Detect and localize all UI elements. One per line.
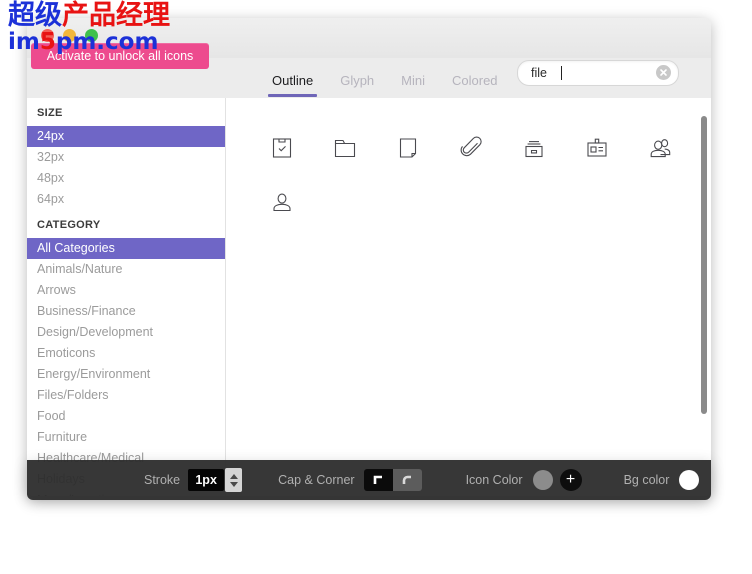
id-badge-icon[interactable] (565, 120, 628, 175)
stroke-stepper[interactable] (225, 468, 243, 492)
category-heading: CATEGORY (37, 219, 101, 231)
search-box[interactable] (517, 60, 679, 86)
style-tabs: Outline Glyph Mini Colored (267, 73, 498, 97)
clipboard-check-icon[interactable] (250, 120, 313, 175)
cap-corner-label: Cap & Corner (278, 473, 355, 487)
icon-results-panel (226, 98, 711, 496)
tab-mini[interactable]: Mini (401, 73, 425, 97)
app-root: Outline Glyph Mini Colored SIZE 24px 32p… (0, 0, 752, 574)
sidebar-item-food[interactable]: Food (27, 406, 225, 427)
rounded-corner-icon[interactable] (392, 469, 422, 491)
folder-icon[interactable] (313, 120, 376, 175)
activate-button[interactable]: Activate to unlock all icons (31, 43, 209, 69)
sidebar-item-energy-environment[interactable]: Energy/Environment (27, 364, 225, 385)
sidebar-item-size-64[interactable]: 64px (27, 189, 225, 210)
bg-color-swatch[interactable] (679, 470, 700, 490)
sidebar-item-size-48[interactable]: 48px (27, 168, 225, 189)
tab-colored[interactable]: Colored (452, 73, 498, 97)
icon-panel-scrollbar[interactable] (700, 102, 708, 492)
stroke-decrement-icon[interactable] (229, 481, 238, 487)
sidebar: SIZE 24px 32px 48px 64px CATEGORY All Ca… (27, 98, 226, 496)
sidebar-item-design-development[interactable]: Design/Development (27, 322, 225, 343)
icon-grid (226, 98, 711, 230)
search-input[interactable] (529, 65, 645, 81)
window-content: SIZE 24px 32px 48px 64px CATEGORY All Ca… (27, 98, 711, 496)
cap-corner-group (363, 469, 422, 491)
sidebar-item-furniture[interactable]: Furniture (27, 427, 225, 448)
bottom-toolbar: Stroke 1px Cap & Corner Icon Color + Bg … (27, 460, 711, 500)
file-cabinet-icon[interactable] (502, 120, 565, 175)
add-color-button[interactable]: + (559, 469, 582, 491)
user-profile-icon[interactable] (250, 175, 313, 230)
sidebar-item-all-categories[interactable]: All Categories (27, 238, 225, 259)
file-document-icon[interactable] (376, 120, 439, 175)
sidebar-item-business-finance[interactable]: Business/Finance (27, 301, 225, 322)
sidebar-item-size-24[interactable]: 24px (27, 126, 225, 147)
icon-color-label: Icon Color (465, 473, 523, 487)
users-group-icon[interactable] (628, 120, 691, 175)
stroke-label: Stroke (144, 473, 181, 487)
size-heading: SIZE (37, 107, 63, 119)
close-circle-icon[interactable] (656, 65, 671, 80)
paperclip-icon[interactable] (439, 120, 502, 175)
sidebar-item-emoticons[interactable]: Emoticons (27, 343, 225, 364)
sidebar-item-animals-nature[interactable]: Animals/Nature (27, 259, 225, 280)
sidebar-item-files-folders[interactable]: Files/Folders (27, 385, 225, 406)
stroke-value-input[interactable]: 1px (188, 469, 225, 491)
sidebar-item-size-32[interactable]: 32px (27, 147, 225, 168)
tab-outline[interactable]: Outline (267, 73, 318, 97)
minimize-window-button[interactable] (63, 29, 76, 42)
sidebar-item-arrows[interactable]: Arrows (27, 280, 225, 301)
icon-color-swatch[interactable] (532, 470, 553, 490)
close-window-button[interactable] (41, 29, 54, 42)
stroke-increment-icon[interactable] (229, 473, 238, 479)
app-window: Outline Glyph Mini Colored SIZE 24px 32p… (27, 18, 711, 496)
zoom-window-button[interactable] (85, 29, 98, 42)
text-caret (561, 66, 562, 80)
bg-color-label: Bg color (623, 473, 670, 487)
tab-glyph[interactable]: Glyph (340, 73, 374, 97)
square-corner-icon[interactable] (363, 469, 393, 491)
scrollbar-thumb[interactable] (701, 116, 707, 414)
